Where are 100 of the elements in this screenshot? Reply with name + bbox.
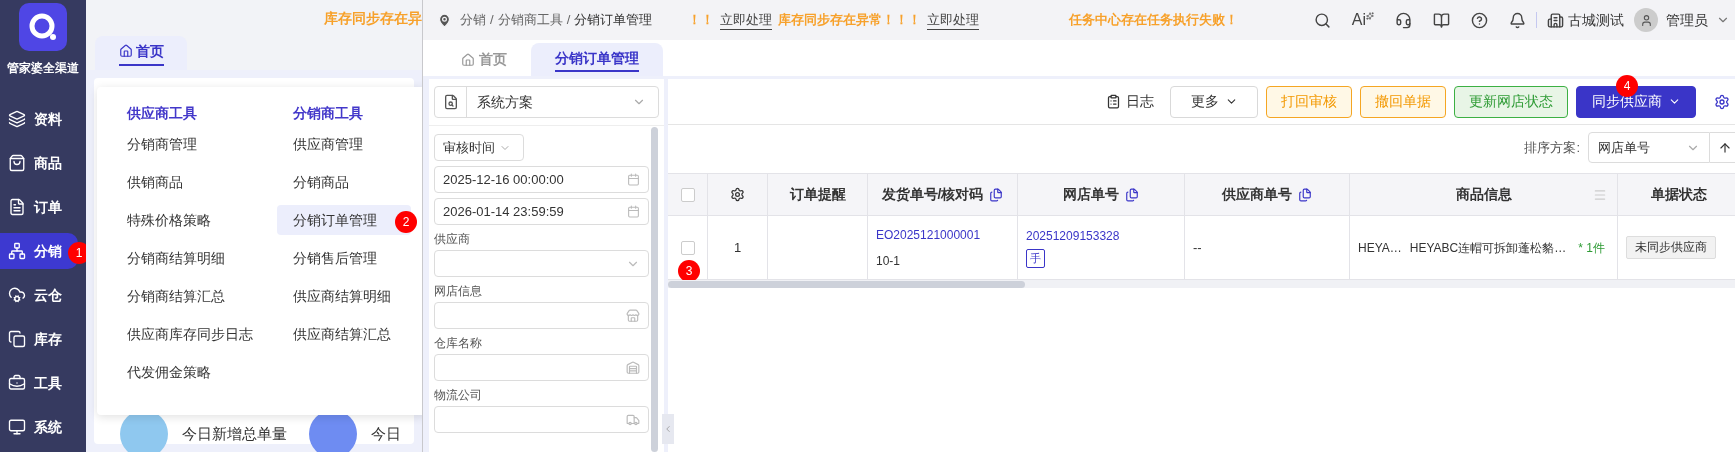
column-header: 商品信息 (1350, 173, 1618, 216)
breadcrumb-separator: / (490, 11, 494, 30)
menu-item[interactable]: 供销商品 (127, 167, 183, 197)
settings-icon (1714, 93, 1730, 110)
input-field[interactable] (434, 354, 649, 381)
scheme-icon (442, 94, 459, 110)
menu-item[interactable]: 分销商管理 (127, 129, 197, 159)
breadcrumb-item: 分销订单管理 (574, 11, 653, 30)
bell-icon (1509, 11, 1526, 29)
logo-icon (19, 3, 67, 51)
date-field[interactable]: 2025-12-16 00:00:00 (434, 166, 649, 193)
column-header: 订单提醒 (768, 173, 868, 216)
building-icon (1547, 11, 1564, 29)
step-badge: 2 (395, 211, 417, 233)
step-badge: 3 (678, 260, 700, 282)
settings-icon (730, 187, 745, 202)
warning-text: 库存同步存在异常！！！ (778, 11, 922, 30)
tab[interactable]: 分销订单管理 (531, 43, 663, 76)
column-header: 单据状态 (1618, 173, 1735, 216)
stat-label: 今日 (371, 423, 401, 444)
scrollbar[interactable] (651, 127, 658, 452)
nav-icon (8, 110, 26, 128)
store-icon (626, 308, 640, 323)
collapse-handle[interactable] (662, 414, 674, 444)
nav-item[interactable]: 资料 (0, 101, 78, 137)
nav-icon (8, 154, 26, 172)
nav-icon (8, 330, 26, 348)
menu-item[interactable]: 分销商品 (293, 167, 349, 197)
menu-item[interactable]: 供应商结算汇总 (293, 319, 391, 349)
nav-item[interactable]: 商品 (0, 145, 78, 181)
breadcrumb-item[interactable]: 分销商工具 (497, 10, 563, 30)
process-link[interactable]: 立即处理 (927, 9, 980, 31)
stat-label: 今日新增总单量 (182, 423, 287, 444)
field-label: 物流公司 (434, 387, 483, 403)
nav-item[interactable]: 库存 (0, 321, 78, 357)
menu-item[interactable]: 代发佣金策略 (127, 357, 211, 387)
nav-item[interactable]: 云仓 (0, 277, 78, 313)
check-code: 10-1 (876, 252, 902, 270)
tab[interactable]: 首页 (95, 36, 187, 70)
field-label: 网店信息 (434, 283, 483, 299)
nav-item[interactable]: 工具 (0, 365, 78, 401)
product-code: HEYA… (1358, 239, 1402, 257)
scrollbar[interactable] (668, 281, 1025, 288)
breadcrumb-separator: / (566, 11, 571, 30)
store-name[interactable]: 古城测试 (1568, 9, 1624, 31)
sort-direction-button[interactable] (1710, 132, 1735, 163)
date-field[interactable]: 2026-01-14 23:59:59 (434, 198, 649, 225)
nav-icon (8, 374, 26, 392)
date-type-select[interactable]: 审核时间 (434, 134, 524, 161)
menu-item[interactable]: 特殊价格策略 (127, 205, 211, 235)
menu-item[interactable]: 供应商管理 (293, 129, 363, 159)
column-header: 发货单号/核对码 (868, 173, 1018, 216)
calendar-icon (627, 205, 640, 218)
menu-item[interactable]: 分销商结算汇总 (127, 281, 225, 311)
scheme-select[interactable]: 系统方案 (434, 86, 659, 118)
headset-icon (1395, 11, 1412, 29)
quantity: * 1件 (1578, 239, 1605, 257)
nav-icon (8, 286, 26, 304)
menu-item[interactable]: 供应商库存同步日志 (127, 319, 253, 349)
clipboard-icon (1106, 94, 1121, 109)
column-header: 网店单号 (1018, 173, 1185, 216)
toolbar-button[interactable]: 更多 (1170, 85, 1258, 118)
checkbox[interactable] (680, 240, 695, 255)
input-field[interactable] (434, 406, 649, 433)
avatar[interactable] (1634, 8, 1658, 32)
nav-icon (8, 198, 26, 216)
truck-icon (626, 412, 640, 427)
nav-icon (8, 242, 26, 260)
menu-item[interactable]: 分销售后管理 (293, 243, 377, 273)
warehouse-icon (626, 360, 640, 375)
breadcrumb-item[interactable]: 分销 (460, 10, 486, 30)
field-label: 供应商 (434, 231, 471, 247)
field-label: 仓库名称 (434, 335, 483, 351)
home-icon (461, 52, 475, 67)
location-icon (437, 12, 452, 28)
shop-order-link[interactable]: 20251209153328 (1026, 227, 1184, 245)
process-link[interactable]: 立即处理 (720, 9, 773, 31)
column-header: 供应商单号 (1185, 173, 1350, 216)
input-field[interactable] (434, 250, 649, 277)
calendar-icon (627, 173, 640, 186)
product-name: HEYABC连帽可拆卸蓬松貉… (1409, 239, 1567, 257)
nav-item[interactable]: 系统 (0, 409, 78, 445)
nav-icon (8, 418, 26, 436)
search-icon (1313, 11, 1331, 29)
log-button[interactable]: 日志 (1106, 91, 1154, 112)
menu-item[interactable]: 分销商结算明细 (127, 243, 225, 273)
manual-tag: 手 (1026, 249, 1045, 268)
checkbox[interactable] (680, 187, 695, 202)
nav-item[interactable]: 订单 (0, 189, 78, 225)
delivery-number-link[interactable]: EO2025121000001 (876, 225, 1017, 244)
menu-heading: 供应商工具 (127, 104, 198, 123)
menu-item[interactable]: 供应商结算明细 (293, 281, 391, 311)
copy-icon (989, 187, 1004, 202)
sort-select[interactable]: 网店单号 (1588, 132, 1710, 163)
help-icon (1471, 11, 1488, 29)
copy-icon (1125, 187, 1139, 202)
input-field[interactable] (434, 302, 649, 329)
menu-heading: 分销商工具 (293, 104, 364, 123)
user-name[interactable]: 管理员 (1666, 9, 1708, 31)
row-number: 1 (733, 238, 742, 257)
